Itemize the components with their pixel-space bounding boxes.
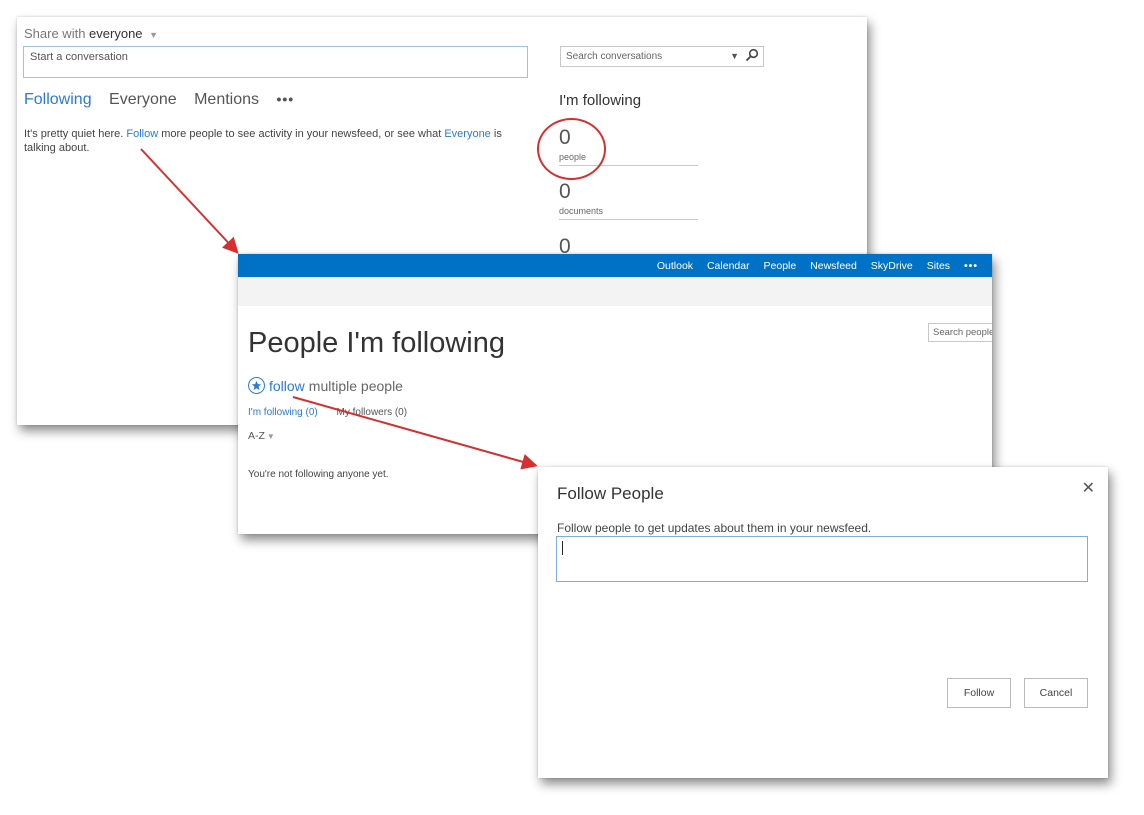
follow-suffix: multiple people	[308, 377, 403, 394]
people-picker-input[interactable]	[556, 536, 1088, 582]
page-title: People I'm following	[248, 327, 506, 359]
nav-skydrive[interactable]: SkyDrive	[871, 260, 913, 272]
cancel-button[interactable]: Cancel	[1024, 678, 1088, 708]
close-icon[interactable]: ✕	[1082, 478, 1095, 498]
search-conversations-input[interactable]: Search conversations ▼	[560, 46, 764, 67]
more-tabs-button[interactable]: •••	[276, 91, 294, 107]
suite-bar: Outlook Calendar People Newsfeed SkyDriv…	[238, 254, 992, 277]
tab-following[interactable]: Following	[24, 91, 92, 108]
quiet-text-1: It's pretty quiet here.	[24, 128, 127, 140]
share-target: everyone	[89, 26, 143, 41]
chevron-down-icon: ▼	[266, 432, 275, 441]
annotation-circle	[537, 118, 606, 180]
quiet-message: It's pretty quiet here. Follow more peop…	[24, 127, 524, 155]
nav-sites[interactable]: Sites	[927, 260, 950, 272]
start-conversation-input[interactable]: Start a conversation	[23, 46, 528, 78]
nav-newsfeed[interactable]: Newsfeed	[810, 260, 857, 272]
follow-button[interactable]: Follow	[947, 678, 1011, 708]
tab-im-following[interactable]: I'm following (0)	[248, 407, 318, 418]
suite-nav: Outlook Calendar People Newsfeed SkyDriv…	[646, 260, 978, 272]
follow-people-dialog: Follow People ✕ Follow people to get upd…	[538, 467, 1108, 778]
everyone-link[interactable]: Everyone	[444, 128, 490, 140]
follow-tabs: I'm following (0) My followers (0)	[248, 407, 407, 418]
tab-mentions[interactable]: Mentions	[194, 91, 259, 108]
sort-dropdown[interactable]: A-Z ▼	[248, 430, 275, 442]
feed-tabs: Following Everyone Mentions •••	[24, 91, 307, 109]
sort-label: A-Z	[248, 430, 265, 442]
im-following-heading: I'm following	[559, 92, 642, 109]
ribbon-bar	[238, 277, 992, 306]
share-prefix: Share with	[24, 26, 86, 41]
tab-everyone[interactable]: Everyone	[109, 91, 177, 108]
dialog-description: Follow people to get updates about them …	[557, 521, 872, 535]
tab-my-followers[interactable]: My followers (0)	[337, 407, 408, 418]
empty-message: You're not following anyone yet.	[248, 469, 389, 480]
star-icon[interactable]	[248, 377, 265, 394]
search-scope-dropdown-icon[interactable]: ▼	[730, 51, 739, 61]
search-icon[interactable]	[745, 48, 759, 65]
nav-more-button[interactable]: •••	[964, 260, 978, 272]
search-people-input[interactable]: Search people	[928, 323, 992, 342]
quiet-text-2: more people to see activity in your news…	[158, 128, 445, 140]
follow-link[interactable]: follow	[269, 378, 305, 394]
stat-documents[interactable]: 0 documents	[559, 181, 698, 220]
nav-outlook[interactable]: Outlook	[657, 260, 693, 272]
text-cursor	[562, 541, 563, 555]
documents-label: documents	[559, 206, 604, 216]
dialog-title: Follow People	[557, 484, 664, 503]
documents-count: 0	[559, 180, 571, 203]
follow-multiple-people: follow multiple people	[248, 377, 403, 394]
nav-calendar[interactable]: Calendar	[707, 260, 750, 272]
follow-link[interactable]: Follow	[126, 128, 158, 140]
chevron-down-icon: ▼	[149, 30, 159, 40]
share-with-selector[interactable]: Share with everyone ▼	[24, 26, 158, 41]
search-placeholder: Search conversations	[566, 51, 663, 62]
nav-people[interactable]: People	[764, 260, 797, 272]
